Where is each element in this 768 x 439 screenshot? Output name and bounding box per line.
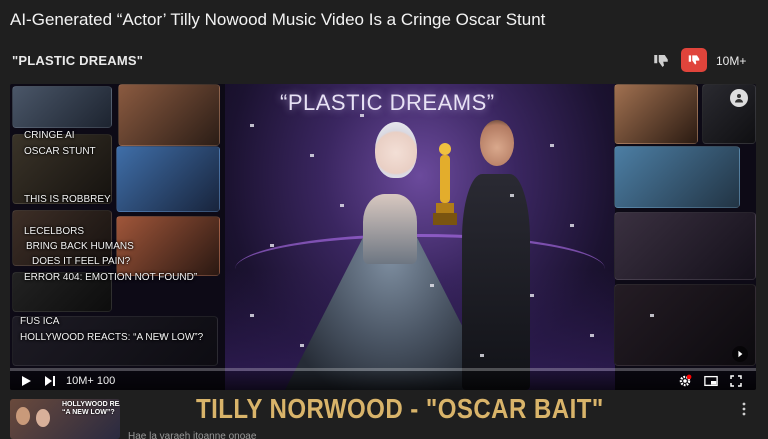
- recommended-video-caption: Hae la varaeh itoanne onoae: [128, 431, 257, 439]
- dislike-count: 10M+: [716, 54, 747, 68]
- collage-panel: [614, 212, 756, 280]
- settings-icon: [679, 374, 692, 386]
- man-suit: [462, 174, 530, 390]
- expand-icon[interactable]: [732, 346, 748, 362]
- overlay-text: CRINGE AI: [24, 130, 75, 141]
- article-headline: AI-Generated “Actor’ Tilly Nowood Music …: [10, 10, 546, 29]
- collage-panel: [116, 146, 220, 212]
- dislike-button[interactable]: [681, 48, 707, 72]
- collage-panel: [614, 84, 698, 144]
- thumb-face: [36, 409, 50, 427]
- play-button[interactable]: [20, 373, 32, 388]
- figure-head: [375, 122, 417, 178]
- overlay-text: OSCAR STUNT: [24, 146, 96, 157]
- overlay-text: FUS ICA: [20, 316, 60, 327]
- video-info-bar: "PLASTIC DREAMS" 10M+: [0, 46, 768, 76]
- play-icon: [22, 375, 31, 386]
- overlay-text: THIS IS ROBBREY: [24, 194, 111, 205]
- figure-body: [363, 194, 417, 264]
- player-controls: 10M+ 100: [10, 371, 756, 390]
- account-icon[interactable]: [730, 89, 748, 107]
- video-subtitle: "PLASTIC DREAMS": [12, 53, 144, 68]
- collage-panel: [12, 86, 112, 128]
- video-title-overlay: “PLASTIC DREAMS”: [280, 90, 495, 115]
- time-display: 10M+ 100: [66, 374, 116, 387]
- miniplayer-icon: [704, 375, 718, 386]
- collage-panel: [118, 84, 220, 146]
- fullscreen-icon: [730, 374, 742, 387]
- collage-panel: [702, 84, 756, 144]
- overlay-text: ERROR 404: EMOTION NOT FOUND”: [24, 272, 198, 283]
- overlay-text: BRING BACK HUMANS: [26, 241, 134, 252]
- next-button[interactable]: [44, 373, 56, 388]
- recommended-video-title[interactable]: TILLY NORWOOD - "OSCAR BAIT": [196, 393, 604, 425]
- settings-button[interactable]: [678, 373, 692, 388]
- fullscreen-button[interactable]: [730, 373, 742, 388]
- oscar-statuette: [433, 143, 457, 225]
- thumb-down-icon[interactable]: [652, 52, 670, 70]
- more-vert-icon[interactable]: [740, 402, 748, 416]
- thumbnail-text: HOLLYWOOD REACTS: “A NEW LOW”?: [62, 401, 120, 416]
- collage-panel: [614, 146, 740, 208]
- overlay-text: HOLLYWOOD REACTS: “A NEW LOW”?: [20, 332, 204, 343]
- miniplayer-button[interactable]: [704, 373, 718, 388]
- overlay-text: DOES IT FEEL PAIN?: [32, 256, 131, 267]
- thumb-down-icon: [688, 55, 700, 65]
- video-player[interactable]: “PLASTIC DREAMS” CRINGE AI OSCAR STUNT T…: [10, 84, 756, 390]
- recommended-video-thumbnail[interactable]: HOLLYWOOD REACTS: “A NEW LOW”?: [10, 399, 120, 439]
- man-head: [480, 120, 514, 166]
- page: AI-Generated “Actor’ Tilly Nowood Music …: [0, 0, 768, 439]
- thumb-face: [16, 407, 30, 425]
- next-icon: [45, 375, 55, 386]
- overlay-text: LECELBORS: [24, 226, 85, 237]
